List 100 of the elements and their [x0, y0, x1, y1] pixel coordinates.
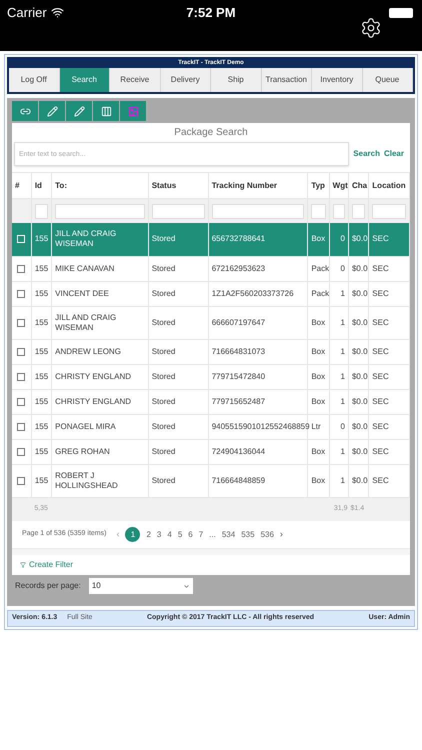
dropdown-caret-icon [182, 582, 190, 590]
row-checkbox[interactable] [17, 476, 26, 484]
table-cell: Box [311, 476, 326, 484]
column-filter-field[interactable] [352, 204, 366, 218]
column-filter-field[interactable] [311, 204, 326, 218]
column-header[interactable]: Status [152, 180, 176, 190]
table-cell: Box [311, 318, 326, 326]
table-row[interactable]: 155 ANDREW LEONG Stored 716664831073 Box 1 $0.0 SEC [12, 339, 410, 364]
search-button[interactable]: Search [353, 148, 380, 160]
page-button[interactable]: 536 [260, 528, 274, 540]
page-button[interactable]: 1 [125, 527, 140, 542]
column-filter-field[interactable] [212, 204, 304, 218]
table-cell: 155 [34, 288, 48, 298]
table-cell: Box [311, 234, 326, 244]
row-checkbox[interactable] [17, 318, 26, 326]
table-cell: Stored [152, 446, 176, 456]
row-checkbox[interactable] [17, 264, 26, 272]
page-button[interactable]: ... [209, 528, 216, 540]
page-button[interactable]: 2 [146, 528, 151, 540]
page-button[interactable]: 534 [222, 528, 236, 540]
toolbar-button[interactable] [39, 101, 65, 121]
records-per-page-select[interactable]: 10 [88, 578, 193, 594]
table-cell: 656732788641 [212, 234, 266, 244]
page-button[interactable]: 6 [188, 528, 193, 540]
page-button[interactable]: 7 [198, 528, 204, 540]
clock-time: 7:52 PM [186, 4, 236, 22]
column-header[interactable]: Typ [311, 180, 325, 190]
column-header[interactable]: Wgt [332, 180, 348, 190]
table-cell: MIKE CANAVAN [55, 264, 114, 272]
page-button[interactable]: 5 [178, 528, 182, 540]
column-header[interactable]: Id [34, 180, 42, 190]
table-cell: 155 [34, 346, 48, 356]
columns-icon [100, 106, 112, 116]
column-header[interactable]: To: [55, 180, 67, 190]
column-filter-field[interactable] [55, 204, 145, 218]
table-cell: 1 [340, 318, 345, 326]
table-cell: Stored [152, 396, 176, 406]
table-cell: ROBERT J HOLLINGSHEAD [55, 470, 118, 490]
nav-tab[interactable]: Ship [211, 68, 262, 92]
table-cell: Stored [152, 422, 176, 430]
create-filter-link[interactable]: Create Filter [29, 559, 74, 571]
row-checkbox[interactable] [17, 348, 26, 356]
table-cell: $0.0 [352, 476, 368, 484]
nav-tab[interactable]: Transaction [262, 68, 312, 92]
table-cell: Stored [152, 346, 176, 356]
nav-tab[interactable]: Inventory [312, 68, 362, 92]
table-cell: Stored [152, 476, 176, 484]
filter-icon [20, 562, 26, 568]
column-header[interactable]: Cha [352, 180, 368, 190]
table-cell: JILL AND CRAIG WISEMAN [55, 229, 116, 248]
page-button[interactable]: 4 [167, 528, 172, 540]
table-row[interactable]: 155 GREG ROHAN Stored 724904136044 Box 1 $0.0 SEC [12, 439, 410, 464]
table-cell: $0.0 [352, 264, 368, 272]
table-cell: 155 [34, 422, 48, 430]
table-cell: 716664848859 [212, 476, 266, 484]
page-button[interactable]: 3 [156, 528, 162, 540]
nav-tab[interactable]: Delivery [160, 68, 211, 92]
table-cell: $0.0 [352, 234, 368, 244]
toolbar-button[interactable] [93, 101, 119, 121]
table-cell: SEC [372, 264, 389, 272]
next-page-button[interactable]: › [280, 528, 283, 542]
column-filter-field[interactable] [372, 204, 406, 218]
toolbar-button[interactable] [12, 101, 38, 121]
table-cell: 155 [34, 446, 48, 456]
column-filter-field[interactable] [152, 204, 205, 218]
table-cell: 1 [340, 396, 345, 406]
table-row[interactable]: 155 PONAGEL MIRA Stored 9405515901012552468859 Ltr 0 $0.0 SEC [12, 414, 410, 439]
table-cell: VINCENT DEE [55, 288, 109, 298]
nav-tab[interactable]: Receive [110, 68, 160, 92]
nav-tab[interactable]: Search [60, 68, 110, 92]
table-cell: $0.0 [352, 446, 368, 456]
records-per-page-label: Records per page: [15, 580, 81, 592]
table-cell: SEC [372, 422, 389, 430]
picture-icon [128, 106, 138, 116]
table-row[interactable]: 155 CHRISTY ENGLAND Stored 779715472840 Box 1 $0.0 SEC [12, 364, 410, 389]
row-checkbox[interactable] [17, 290, 26, 298]
column-filter-field[interactable] [34, 204, 48, 218]
page-button[interactable]: 535 [241, 528, 255, 540]
table-cell: 779715652487 [212, 396, 266, 406]
toolbar-button[interactable] [66, 101, 92, 121]
column-filter-field[interactable] [332, 204, 345, 218]
table-cell: Pack [311, 288, 330, 298]
column-header[interactable]: Tracking Number [212, 180, 278, 190]
row-checkbox[interactable] [17, 398, 26, 406]
row-checkbox[interactable] [17, 372, 26, 380]
nav-tab[interactable]: Queue [362, 68, 413, 92]
row-checkbox[interactable] [17, 422, 26, 430]
column-header[interactable]: Location [372, 180, 406, 190]
table-row[interactable]: 155 VINCENT DEE Stored 1Z1A2F560203373726 Pack 1 $0.0 SEC [12, 281, 410, 306]
row-checkbox[interactable] [17, 448, 26, 456]
table-cell: SEC [372, 318, 389, 326]
table-cell: SEC [372, 288, 389, 298]
table-row[interactable]: 155 MIKE CANAVAN Stored 672162953623 Pack 0 $0.0 SEC [12, 256, 410, 281]
table-cell: Stored [152, 234, 176, 244]
table-cell: 724904136044 [212, 446, 266, 456]
clear-button[interactable]: Clear [384, 148, 408, 160]
table-cell: 1 [340, 288, 345, 298]
table-cell: $0.0 [352, 346, 368, 356]
settings-icon[interactable] [360, 17, 382, 39]
table-row[interactable]: 155 CHRISTY ENGLAND Stored 779715652487 Box 1 $0.0 SEC [12, 389, 410, 414]
